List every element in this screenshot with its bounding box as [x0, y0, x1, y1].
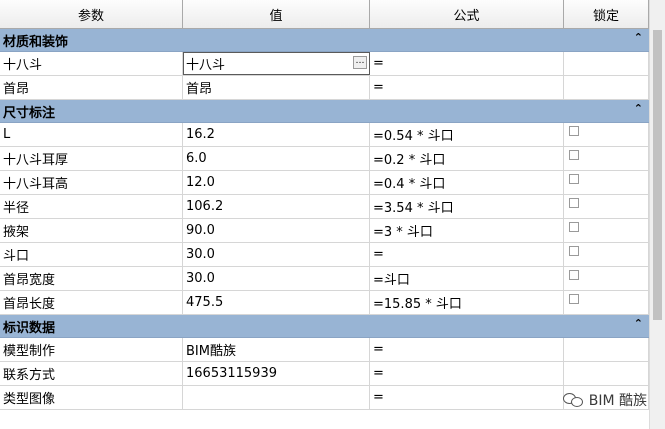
lock-cell [564, 52, 649, 75]
table-row: L 16.2 =0.54 * 斗口 [0, 123, 649, 147]
param-name: 联系方式 [0, 362, 183, 385]
group-header-material[interactable]: 材质和装饰 ⌃ [0, 29, 649, 52]
value-field[interactable]: 90.0 [183, 219, 370, 242]
collapse-chevron-icon[interactable]: ⌃ [634, 31, 643, 44]
value-field[interactable]: 16.2 [183, 123, 370, 146]
formula-field[interactable]: =0.2 * 斗口 [370, 147, 564, 170]
group-title: 标识数据 [3, 320, 56, 336]
column-header-value[interactable]: 值 [183, 0, 370, 28]
scrollbar-thumb[interactable] [653, 30, 662, 320]
param-name: 斗口 [0, 243, 183, 266]
lock-cell [564, 267, 649, 290]
param-name: 十八斗耳厚 [0, 147, 183, 170]
formula-field[interactable]: = [370, 338, 564, 361]
table-row: 十八斗耳厚 6.0 =0.2 * 斗口 [0, 147, 649, 171]
value-field[interactable]: 十八斗 … [183, 52, 370, 75]
param-name: 首昂长度 [0, 291, 183, 314]
formula-field[interactable]: =3 * 斗口 [370, 219, 564, 242]
collapse-chevron-icon[interactable]: ⌃ [634, 317, 643, 330]
table-row: 十八斗耳高 12.0 =0.4 * 斗口 [0, 171, 649, 195]
column-header-formula[interactable]: 公式 [370, 0, 564, 28]
formula-field[interactable]: =0.4 * 斗口 [370, 171, 564, 194]
param-name: 十八斗 [0, 52, 183, 75]
lock-checkbox[interactable] [569, 221, 579, 232]
lock-checkbox[interactable] [569, 269, 579, 280]
lock-cell [564, 123, 649, 146]
watermark: BIM 酷族 [562, 390, 647, 410]
formula-field[interactable]: =0.54 * 斗口 [370, 123, 564, 146]
value-text: 十八斗 [186, 58, 226, 73]
group-header-dimensions[interactable]: 尺寸标注 ⌃ [0, 100, 649, 123]
param-name: 模型制作 [0, 338, 183, 361]
param-name: 半径 [0, 195, 183, 218]
browse-button[interactable]: … [353, 56, 367, 69]
group-header-identity-data[interactable]: 标识数据 ⌃ [0, 315, 649, 338]
value-field[interactable]: 6.0 [183, 147, 370, 170]
formula-field[interactable]: = [370, 362, 564, 385]
table-row: 模型制作 BIM酷族 = [0, 338, 649, 362]
value-field[interactable]: 首昂 [183, 76, 370, 99]
lock-cell [564, 171, 649, 194]
formula-field[interactable]: = [370, 52, 564, 75]
group-title: 尺寸标注 [3, 105, 56, 121]
formula-field[interactable]: = [370, 243, 564, 266]
lock-checkbox[interactable] [569, 125, 579, 136]
value-field[interactable] [183, 386, 370, 409]
type-parameters-table: 参数 值 公式 锁定 材质和装饰 ⌃ 十八斗 十八斗 … = 首昂 首昂 = 尺… [0, 0, 649, 410]
formula-field[interactable]: = [370, 76, 564, 99]
value-field[interactable]: 16653115939 [183, 362, 370, 385]
formula-field[interactable]: = [370, 386, 564, 409]
value-field[interactable]: 475.5 [183, 291, 370, 314]
param-name: 首昂 [0, 76, 183, 99]
param-name: 十八斗耳高 [0, 171, 183, 194]
vertical-scrollbar[interactable] [649, 0, 665, 429]
table-row: 半径 106.2 =3.54 * 斗口 [0, 195, 649, 219]
lock-cell [564, 362, 649, 385]
param-name: 类型图像 [0, 386, 183, 409]
lock-cell [564, 219, 649, 242]
lock-cell [564, 338, 649, 361]
column-header-lock[interactable]: 锁定 [564, 0, 649, 28]
table-row: 十八斗 十八斗 … = [0, 52, 649, 76]
lock-checkbox[interactable] [569, 245, 579, 256]
lock-checkbox[interactable] [569, 149, 579, 160]
value-field[interactable]: BIM酷族 [183, 338, 370, 361]
lock-cell [564, 291, 649, 314]
lock-cell [564, 76, 649, 99]
lock-checkbox[interactable] [569, 197, 579, 208]
lock-checkbox[interactable] [569, 173, 579, 184]
param-name: 首昂宽度 [0, 267, 183, 290]
value-field[interactable]: 12.0 [183, 171, 370, 194]
table-row: 首昂 首昂 = [0, 76, 649, 100]
watermark-text: BIM 酷族 [588, 393, 647, 409]
table-row: 斗口 30.0 = [0, 243, 649, 267]
lock-cell [564, 147, 649, 170]
param-name: L [0, 123, 183, 146]
lock-cell [564, 243, 649, 266]
group-title: 材质和装饰 [3, 34, 69, 50]
value-field[interactable]: 30.0 [183, 243, 370, 266]
table-row: 首昂宽度 30.0 =斗口 [0, 267, 649, 291]
table-row: 掖架 90.0 =3 * 斗口 [0, 219, 649, 243]
formula-field[interactable]: =斗口 [370, 267, 564, 290]
value-field[interactable]: 30.0 [183, 267, 370, 290]
lock-cell [564, 195, 649, 218]
column-header-param[interactable]: 参数 [0, 0, 183, 28]
value-field[interactable]: 106.2 [183, 195, 370, 218]
table-header: 参数 值 公式 锁定 [0, 0, 649, 29]
wechat-icon [562, 391, 585, 409]
table-row: 类型图像 = [0, 386, 649, 410]
lock-checkbox[interactable] [569, 293, 579, 304]
table-row: 首昂长度 475.5 =15.85 * 斗口 [0, 291, 649, 315]
formula-field[interactable]: =3.54 * 斗口 [370, 195, 564, 218]
formula-field[interactable]: =15.85 * 斗口 [370, 291, 564, 314]
collapse-chevron-icon[interactable]: ⌃ [634, 102, 643, 115]
table-row: 联系方式 16653115939 = [0, 362, 649, 386]
param-name: 掖架 [0, 219, 183, 242]
